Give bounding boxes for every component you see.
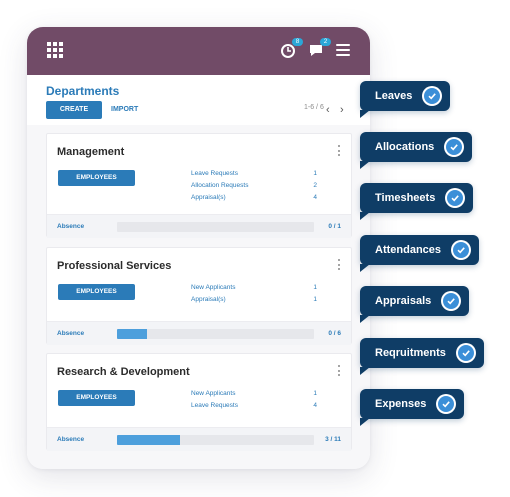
department-stats: New Applicants 1 Leave Requests 4 xyxy=(191,390,317,414)
absence-progress-fill xyxy=(117,435,181,445)
check-circle-icon xyxy=(451,240,472,260)
feature-tag-label: Leaves xyxy=(375,90,413,102)
stat-row[interactable]: New Applicants 1 xyxy=(191,284,317,296)
feature-tag-label: Attendances xyxy=(375,244,442,256)
stat-row[interactable]: Leave Requests 1 xyxy=(191,170,317,182)
create-button[interactable]: CREATE xyxy=(46,101,102,119)
more-options-icon[interactable] xyxy=(338,145,341,156)
absence-count: 3 / 11 xyxy=(325,436,341,443)
stat-value: 2 xyxy=(313,182,317,189)
absence-label: Absence xyxy=(57,436,85,443)
absence-progress-fill xyxy=(117,329,147,339)
stat-row[interactable]: Appraisal(s) 1 xyxy=(191,296,317,308)
page-title: Departments xyxy=(46,84,120,98)
more-options-icon[interactable] xyxy=(338,259,341,270)
activity-icon[interactable]: 8 xyxy=(280,38,303,59)
department-stats: New Applicants 1 Appraisal(s) 1 xyxy=(191,284,317,308)
stat-row[interactable]: New Applicants 1 xyxy=(191,390,317,402)
stat-value: 1 xyxy=(313,390,317,397)
absence-count: 0 / 6 xyxy=(328,330,341,337)
check-circle-icon xyxy=(436,394,457,414)
feature-tag-attendances: Attendances xyxy=(360,235,480,272)
department-stats: Leave Requests 1 Allocation Requests 2 App… xyxy=(191,170,317,206)
stat-value: 4 xyxy=(313,194,317,201)
stat-row[interactable]: Leave Requests 4 xyxy=(191,402,317,414)
check-circle-icon xyxy=(455,343,476,363)
employees-button[interactable]: EMPLOYEES xyxy=(58,390,135,406)
feature-tag-allocations: Allocations xyxy=(360,132,473,169)
top-navbar: 8 2 xyxy=(27,27,370,75)
check-circle-icon xyxy=(445,188,466,208)
activity-badge: 8 xyxy=(292,38,303,46)
chevron-left-icon[interactable]: ‹ xyxy=(326,101,330,119)
card-footer: Absence 0 / 6 xyxy=(47,321,351,345)
stat-value: 1 xyxy=(313,170,317,177)
more-options-icon[interactable] xyxy=(338,365,341,376)
stat-label: New Applicants xyxy=(191,390,236,397)
stat-row[interactable]: Allocation Requests 2 xyxy=(191,182,317,194)
employees-button[interactable]: EMPLOYEES xyxy=(58,284,135,300)
chevron-right-icon[interactable]: › xyxy=(340,101,344,119)
department-title: Management xyxy=(57,146,125,158)
hamburger-menu-icon[interactable] xyxy=(336,44,350,56)
feature-tag-leaves: Leaves xyxy=(360,81,451,118)
stat-row[interactable]: Appraisal(s) 4 xyxy=(191,194,317,206)
stat-label: New Applicants xyxy=(191,284,236,291)
apps-grid-icon[interactable] xyxy=(47,42,63,58)
import-button[interactable]: IMPORT xyxy=(111,101,138,119)
feature-tag-label: Timesheets xyxy=(375,192,436,204)
stat-label: Appraisal(s) xyxy=(191,194,226,201)
stat-label: Leave Requests xyxy=(191,170,238,177)
feature-tag-recruitments: Reqruitments xyxy=(360,338,484,375)
card-footer: Absence 3 / 11 xyxy=(47,427,351,451)
department-title: Professional Services xyxy=(57,260,172,272)
employees-button[interactable]: EMPLOYEES xyxy=(58,170,135,186)
stat-value: 4 xyxy=(313,402,317,409)
stat-label: Leave Requests xyxy=(191,402,238,409)
feature-tag-label: Allocations xyxy=(375,141,435,153)
feature-tag-label: Appraisals xyxy=(375,295,432,307)
feature-tag-appraisals: Appraisals xyxy=(360,286,470,323)
stat-value: 1 xyxy=(313,296,317,303)
department-card[interactable]: Management EMPLOYEES Leave Requests 1 All… xyxy=(46,133,352,238)
check-circle-icon xyxy=(441,291,462,311)
department-card[interactable]: Professional Services EMPLOYEES New Appl… xyxy=(46,247,352,345)
feature-tag-expenses: Expenses xyxy=(360,389,465,426)
check-circle-icon xyxy=(444,137,465,157)
absence-label: Absence xyxy=(57,330,85,337)
department-title: Research & Development xyxy=(57,366,190,378)
absence-count: 0 / 1 xyxy=(328,223,341,230)
stat-value: 1 xyxy=(313,284,317,291)
stat-label: Appraisal(s) xyxy=(191,296,226,303)
pager-value[interactable]: 1-6 / 6 xyxy=(304,104,324,111)
app-window: 8 2 Departments CREATE IMPORT 1-6 / 6 ‹ … xyxy=(27,27,370,469)
department-card[interactable]: Research & Development EMPLOYEES New App… xyxy=(46,353,352,451)
absence-label: Absence xyxy=(57,223,85,230)
feature-tag-timesheets: Timesheets xyxy=(360,183,474,220)
feature-tag-label: Expenses xyxy=(375,398,427,410)
card-footer: Absence 0 / 1 xyxy=(47,214,351,238)
feature-tag-label: Reqruitments xyxy=(375,347,446,359)
messages-badge: 2 xyxy=(320,38,331,46)
stat-label: Allocation Requests xyxy=(191,182,249,189)
messages-icon[interactable]: 2 xyxy=(308,38,331,59)
absence-progress-bar xyxy=(117,222,314,232)
absence-progress-bar xyxy=(117,329,314,339)
check-circle-icon xyxy=(422,86,443,106)
absence-progress-bar xyxy=(117,435,314,445)
